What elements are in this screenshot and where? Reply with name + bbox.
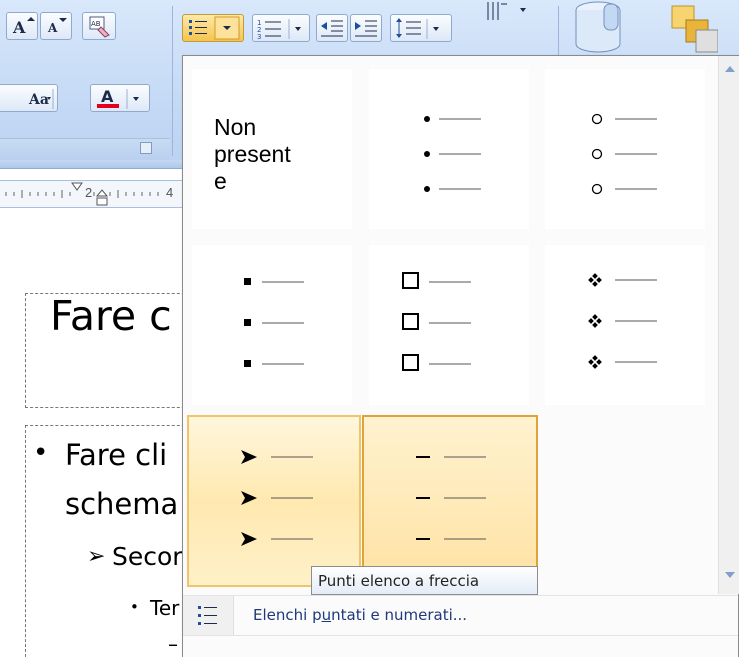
clear-formatting-button[interactable]: AB [82, 12, 116, 40]
arrow-bullet-icon: ➢ [87, 544, 106, 569]
slide-title-text: Fare c [50, 292, 172, 340]
bullets-numbering-label: Elenchi puntati e numerati... [253, 606, 468, 624]
text-direction-icon [487, 2, 526, 20]
dropdown-bottom-strip [183, 635, 738, 657]
increase-indent-button[interactable] [350, 14, 382, 42]
grow-font-icon: A [12, 17, 35, 37]
bullet-dot-icon [424, 116, 481, 192]
svg-text:Aa: Aa [28, 92, 49, 108]
bullet-option-hollow-circle[interactable] [545, 69, 705, 229]
arrange-icon[interactable] [658, 0, 719, 54]
shape-cylinder-icon[interactable] [568, 0, 628, 54]
bullets-numbering-menu-item[interactable]: Elenchi puntati e numerati... [183, 595, 738, 636]
group-separator [172, 6, 173, 156]
line-spacing-icon [396, 18, 439, 39]
group-separator [558, 6, 559, 56]
text-direction-button[interactable] [484, 0, 534, 30]
ruler-number: 4 [166, 185, 174, 200]
dash-bullet-icon [416, 456, 486, 540]
shrink-font-button[interactable]: A [40, 12, 72, 40]
hollow-circle-icon [591, 113, 657, 195]
decrease-indent-button[interactable] [316, 14, 348, 42]
bullet-text-level1-cont: schema [65, 487, 179, 521]
bullets-list-icon [198, 606, 217, 625]
scroll-up-icon[interactable] [725, 66, 735, 72]
bullet-text-level2: Secor [112, 542, 183, 571]
bullet-option-none-label: Non present e [214, 114, 291, 194]
bullet-text-level3: Ter [150, 596, 180, 620]
clear-formatting-icon: AB [89, 16, 110, 38]
four-diamond-icon [588, 273, 657, 369]
grow-font-button[interactable]: A [6, 12, 38, 40]
bullet-option-none[interactable]: Non present e [192, 69, 352, 229]
svg-text:3: 3 [257, 33, 261, 41]
svg-text:A: A [47, 21, 58, 35]
dialog-launcher-icon[interactable] [140, 142, 152, 154]
svg-text:A: A [12, 18, 26, 37]
tooltip: Punti elenco a freccia [311, 566, 538, 595]
change-case-icon: Aa [28, 89, 54, 109]
ruler-number: 2 [85, 185, 93, 200]
gallery-scrollbar[interactable] [718, 56, 739, 594]
svg-text:A: A [101, 87, 114, 106]
font-color-icon: A [97, 87, 139, 109]
bullet-option-dot[interactable] [369, 69, 529, 229]
arrow-bullet-icon [241, 450, 313, 546]
bullets-icon [189, 16, 240, 40]
numbering-icon: 1 2 3 [257, 19, 301, 41]
scroll-down-icon[interactable] [725, 572, 735, 578]
numbering-button[interactable]: 1 2 3 [252, 14, 310, 42]
bullet-dot-icon: • [33, 438, 49, 468]
bullet-option-filled-square[interactable] [192, 245, 352, 405]
bullet-option-dash[interactable] [362, 415, 538, 587]
shrink-font-icon: A [47, 18, 67, 35]
bullet-option-arrow[interactable] [187, 415, 361, 587]
font-color-button[interactable]: A [90, 84, 150, 112]
bullet-option-hollow-square[interactable] [369, 245, 529, 405]
bullets-button[interactable] [182, 14, 244, 42]
hollow-square-icon [402, 272, 471, 371]
menu-icon-column [183, 596, 234, 636]
bullet-text-level1: Fare cli [65, 438, 168, 472]
increase-indent-icon [355, 20, 377, 37]
filled-square-icon [244, 278, 304, 367]
decrease-indent-icon [321, 20, 343, 37]
bullet-option-four-diamond[interactable] [545, 245, 705, 405]
horizontal-ruler: 2 4 [0, 180, 190, 208]
svg-text:AB: AB [91, 20, 101, 28]
bullet-dash-icon: – [168, 632, 178, 656]
bullet-dot-icon: • [130, 598, 139, 616]
change-case-button[interactable]: Aa [0, 84, 58, 112]
line-spacing-button[interactable] [390, 14, 452, 42]
